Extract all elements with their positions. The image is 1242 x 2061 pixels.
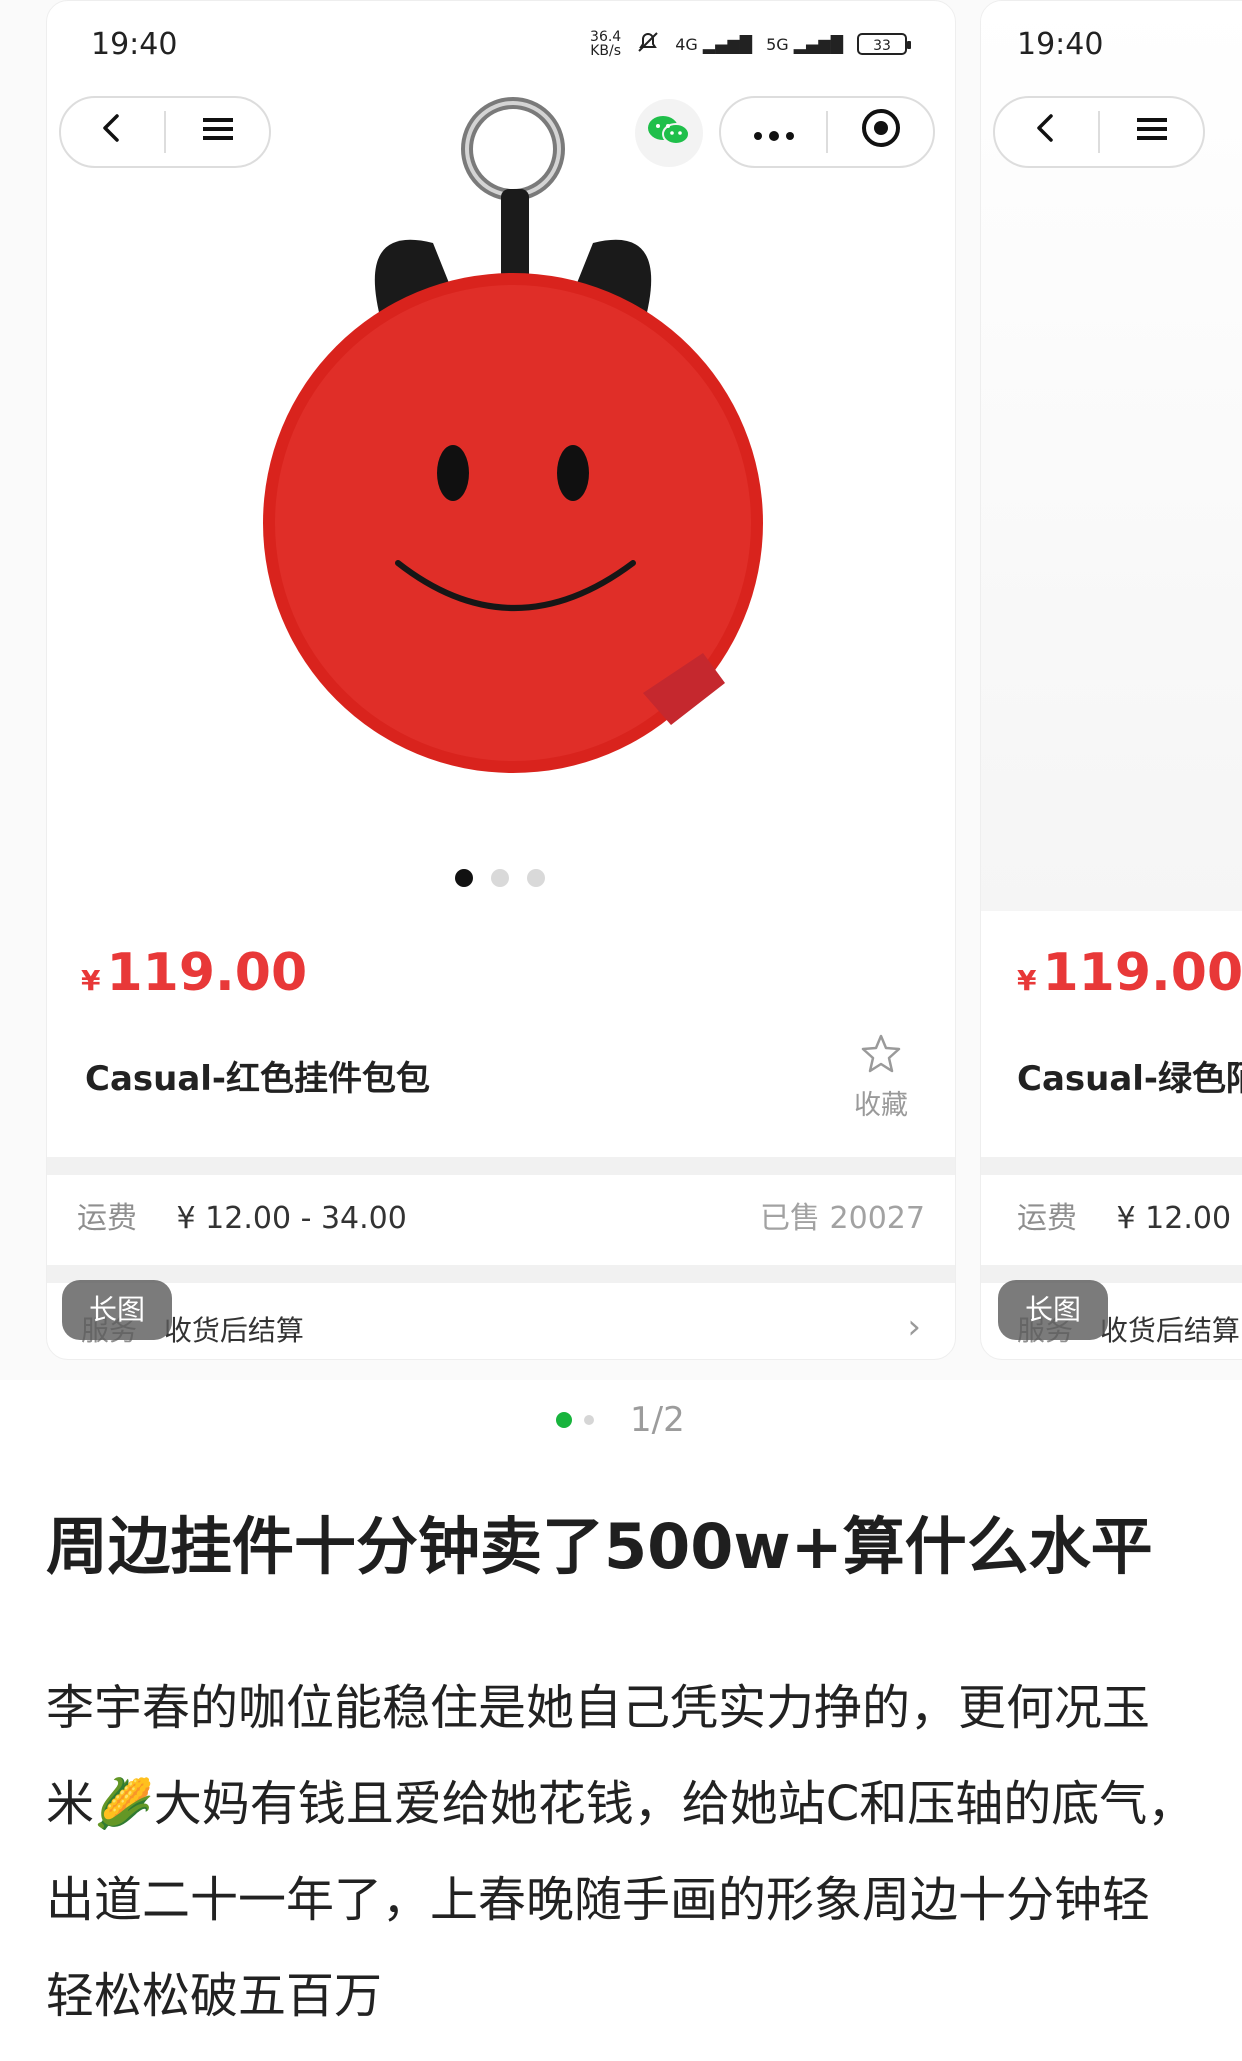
- back-icon: [96, 111, 130, 154]
- next-shipping-label: 运费: [1017, 1201, 1077, 1236]
- next-price-value: 119.00: [1042, 943, 1242, 1003]
- next-back-button[interactable]: [995, 98, 1098, 166]
- image-dot: [491, 869, 509, 887]
- network-speed: 36.4 KB/s: [590, 30, 621, 58]
- service-value: 收货后结算: [163, 1314, 304, 1347]
- back-button[interactable]: [61, 98, 164, 166]
- indicator-dot: [584, 1415, 594, 1425]
- target-icon: [860, 107, 902, 158]
- post-image-indicator: 1/2: [556, 1400, 685, 1440]
- next-product-price: ¥ 119.00: [1017, 943, 1242, 1003]
- product-card[interactable]: 19:40 36.4 KB/s 4G ▂▄▆█ 5G ▂▄▆█ 33 ¥ 119…: [46, 0, 956, 1360]
- product-carousel: 19:40 36.4 KB/s 4G ▂▄▆█ 5G ▂▄▆█ 33 ¥ 119…: [0, 0, 1242, 1380]
- close-miniapp-button[interactable]: [828, 98, 933, 166]
- post-headline: 周边挂件十分钟卖了500w+算什么水平: [46, 1510, 1153, 1583]
- section-divider: [47, 1157, 955, 1175]
- long-image-badge[interactable]: 长图: [62, 1280, 172, 1340]
- next-nav-pill: [993, 96, 1205, 168]
- next-price-currency: ¥: [1017, 964, 1037, 997]
- image-dot: [527, 869, 545, 887]
- favorite-button[interactable]: 收藏: [851, 1031, 911, 1122]
- sold-count: 已售 20027: [760, 1201, 925, 1236]
- star-icon: [858, 1034, 904, 1081]
- battery-level: 33: [873, 38, 891, 54]
- next-shipping-row: 运费 ¥ 12.00 -: [1017, 1193, 1242, 1237]
- post-body: 李宇春的咖位能稳住是她自己凭实力挣的，更何况玉米🌽大妈有钱且爱给她花钱，给她站C…: [46, 1680, 1196, 2024]
- signal-4g: 4G ▂▄▆█: [675, 34, 753, 54]
- next-long-image-badge[interactable]: 长图: [998, 1280, 1108, 1340]
- next-shipping-value: ¥ 12.00 -: [1116, 1201, 1242, 1236]
- price-currency: ¥: [81, 964, 101, 997]
- favorite-label: 收藏: [854, 1090, 908, 1121]
- image-dots: [455, 869, 545, 887]
- image-dot-active: [455, 869, 473, 887]
- shipping-value: ¥ 12.00 - 34.00: [176, 1201, 407, 1236]
- indicator-dot-active: [556, 1412, 572, 1428]
- chevron-right-icon: ›: [907, 1307, 921, 1347]
- network-speed-value: 36.4: [590, 29, 622, 45]
- signal-5g-label: 5G: [766, 34, 789, 54]
- signal-5g: 5G ▂▄▆█: [766, 34, 843, 54]
- menu-icon: [1135, 112, 1169, 152]
- product-image[interactable]: [233, 93, 793, 813]
- next-product-title: Casual-绿色陌: [1017, 1059, 1242, 1099]
- battery-icon: 33: [857, 33, 911, 55]
- next-product-card[interactable]: 19:40 ¥ 119.00 Casual-绿色陌 运费 ¥ 12.00 - 收…: [980, 0, 1242, 1360]
- price-value: 119.00: [106, 943, 308, 1003]
- service-row[interactable]: 服务 收货后结算 ›: [81, 1307, 921, 1349]
- silent-icon: [635, 29, 661, 59]
- network-speed-unit: KB/s: [590, 43, 622, 59]
- status-icons: 36.4 KB/s 4G ▂▄▆█ 5G ▂▄▆█ 33: [590, 29, 911, 59]
- section-divider: [981, 1157, 1242, 1175]
- status-time: 19:40: [91, 27, 178, 62]
- signal-4g-label: 4G: [675, 34, 698, 54]
- shipping-label: 运费: [77, 1201, 137, 1236]
- product-title: Casual-红色挂件包包: [85, 1059, 431, 1099]
- image-counter: 1/2: [630, 1400, 685, 1440]
- shipping-row: 运费 ¥ 12.00 - 34.00 已售 20027: [77, 1193, 925, 1237]
- next-service-value: 收货后结算: [1099, 1314, 1240, 1347]
- next-menu-button[interactable]: [1100, 98, 1203, 166]
- next-status-time: 19:40: [1017, 27, 1104, 62]
- product-price: ¥ 119.00: [81, 943, 307, 1003]
- menu-icon: [201, 112, 235, 152]
- back-icon: [1030, 111, 1064, 154]
- section-divider: [47, 1265, 955, 1283]
